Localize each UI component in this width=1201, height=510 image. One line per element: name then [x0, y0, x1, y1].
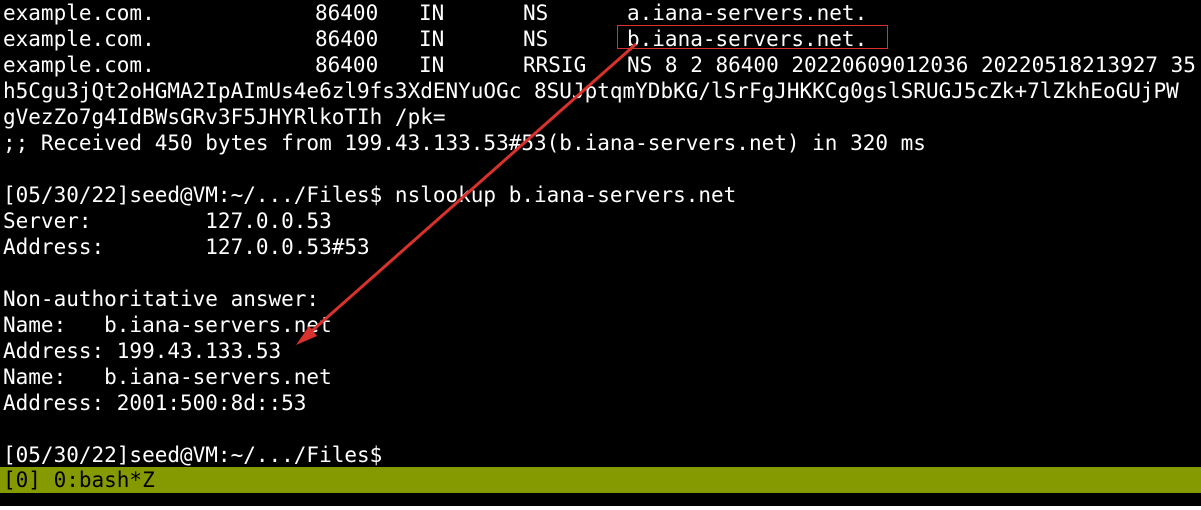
record-class: IN — [419, 1, 445, 25]
answer-name-line: Name: b.iana-servers.net — [3, 313, 332, 337]
record-ttl: 86400 — [315, 53, 379, 77]
shell-prompt[interactable]: [05/30/22]seed@VM:~/.../Files$ — [3, 442, 382, 468]
record-data: NS 8 2 86400 20220609012036 202205182139… — [627, 53, 1196, 77]
dig-record-row: example.com. 86400 IN NS a.iana-servers.… — [3, 0, 867, 26]
rrsig-continuation-line: gVezZo7g4IdBWsGRv3F5JHYRlkoTIh /pk= — [3, 105, 446, 129]
record-data: a.iana-servers.net. — [627, 1, 868, 25]
answer-address-line: Address: 199.43.133.53 — [3, 339, 282, 363]
rrsig-continuation-line: h5Cgu3jQt2oHGMA2IpAImUs4e6zl9fs3XdENYuOG… — [3, 79, 1179, 103]
record-type: NS — [523, 1, 549, 25]
dig-record-row: example.com. 86400 IN RRSIG NS 8 2 86400… — [3, 52, 1196, 78]
received-summary-line: ;; Received 450 bytes from 199.43.133.53… — [3, 131, 926, 155]
answer-name-line: Name: b.iana-servers.net — [3, 365, 332, 389]
terminal-window[interactable]: example.com. 86400 IN NS a.iana-servers.… — [0, 0, 1201, 506]
non-authoritative-heading: Non-authoritative answer: — [3, 287, 320, 311]
record-name: example.com. — [3, 1, 155, 25]
shell-prompt-command: [05/30/22]seed@VM:~/.../Files$ nslookup … — [3, 183, 737, 207]
record-ttl: 86400 — [315, 1, 379, 25]
record-class: IN — [419, 27, 445, 51]
dig-record-row: example.com. 86400 IN NS b.iana-servers.… — [3, 26, 867, 52]
tmux-window-label[interactable]: [0] 0:bash*Z — [3, 467, 155, 493]
record-name: example.com. — [3, 53, 155, 77]
record-name: example.com. — [3, 27, 155, 51]
record-class: IN — [419, 53, 445, 77]
record-ttl: 86400 — [315, 27, 379, 51]
answer-address-line: Address: 2001:500:8d::53 — [3, 391, 307, 415]
record-type: NS — [523, 27, 549, 51]
annotation-highlight-box — [617, 25, 888, 49]
server-line: Server: 127.0.0.53 — [3, 209, 332, 233]
server-address-line: Address: 127.0.0.53#53 — [3, 235, 370, 259]
tmux-status-bar: [0] 0:bash*Z — [0, 467, 1201, 493]
record-type: RRSIG — [523, 53, 587, 77]
